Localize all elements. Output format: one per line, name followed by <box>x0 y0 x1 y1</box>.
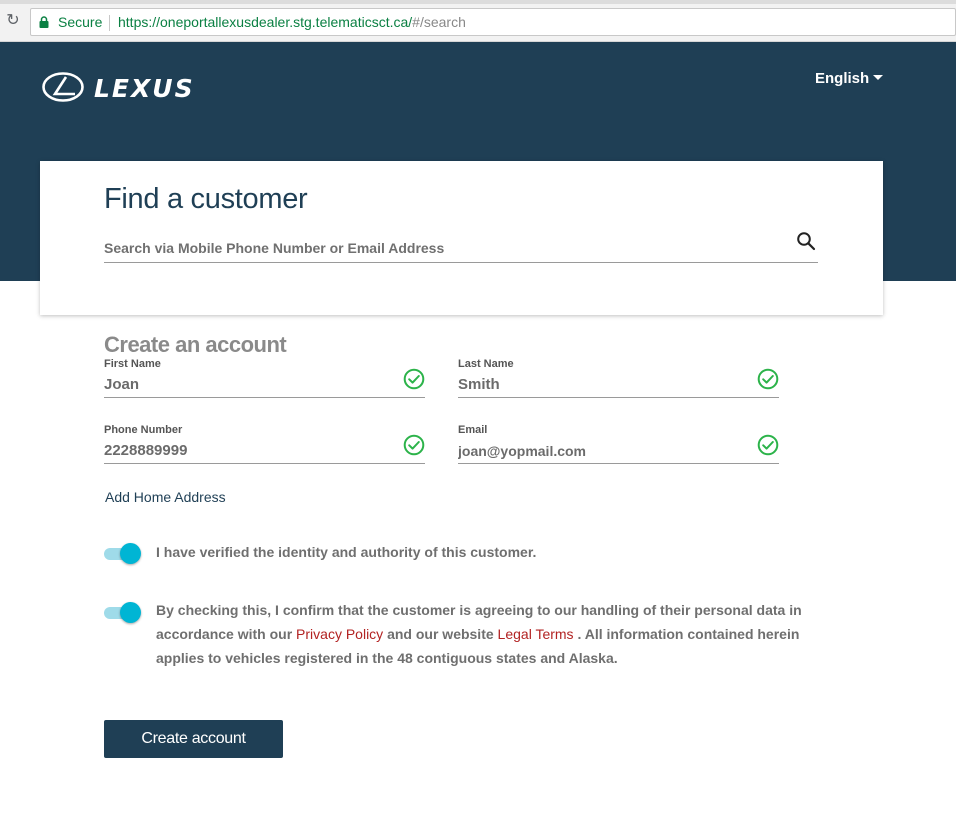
phone-number-input[interactable] <box>104 438 425 464</box>
caret-down-icon <box>873 75 884 80</box>
last-name-input[interactable] <box>458 372 779 398</box>
check-circle-icon <box>757 434 779 456</box>
check-circle-icon <box>757 368 779 390</box>
last-name-label: Last Name <box>458 358 514 370</box>
email-label: Email <box>458 424 488 436</box>
email-field: Email <box>458 424 779 472</box>
first-name-input[interactable] <box>104 372 425 398</box>
reload-icon[interactable]: ↻ <box>4 12 22 30</box>
create-account-button[interactable]: Create account <box>104 720 283 758</box>
find-customer-card: Find a customer <box>40 161 883 315</box>
url-path: #/search <box>412 14 466 30</box>
browser-tab-strip <box>0 0 956 4</box>
phone-number-label: Phone Number <box>104 424 183 436</box>
consent-text-middle: and our website <box>383 626 498 642</box>
find-customer-title: Find a customer <box>104 183 308 215</box>
logo-wordmark: LEXUS <box>94 74 195 103</box>
identity-verified-toggle[interactable] <box>104 543 141 565</box>
privacy-policy-link[interactable]: Privacy Policy <box>296 626 383 642</box>
security-label: Secure <box>58 14 103 30</box>
language-label: English <box>815 70 870 87</box>
lock-icon <box>39 16 49 28</box>
toggle-knob <box>120 602 141 623</box>
url-text[interactable]: https://oneportallexusdealer.stg.telemat… <box>118 14 466 30</box>
browser-toolbar: ↻ Secure https://oneportallexusdealer.st… <box>0 0 956 42</box>
url-host: https://oneportallexusdealer.stg.telemat… <box>118 14 413 30</box>
customer-search-input[interactable] <box>104 233 818 263</box>
toggle-knob <box>120 543 141 564</box>
last-name-field: Last Name <box>458 358 779 406</box>
data-consent-toggle[interactable] <box>104 602 141 624</box>
lexus-logo[interactable]: LEXUS <box>42 70 232 104</box>
search-icon[interactable] <box>796 231 816 251</box>
check-circle-icon <box>403 368 425 390</box>
first-name-field: First Name <box>104 358 425 406</box>
create-account-title: Create an account <box>104 332 287 357</box>
first-name-label: First Name <box>104 358 161 370</box>
add-home-address-link[interactable]: Add Home Address <box>105 489 226 505</box>
check-circle-icon <box>403 434 425 456</box>
phone-number-field: Phone Number <box>104 424 425 472</box>
data-consent-text: By checking this, I confirm that the cus… <box>156 598 816 670</box>
legal-terms-link[interactable]: Legal Terms <box>498 626 574 642</box>
address-bar-divider <box>109 15 110 31</box>
identity-verified-text: I have verified the identity and authori… <box>156 544 537 560</box>
language-selector[interactable]: English <box>815 70 884 87</box>
email-input[interactable] <box>458 438 779 464</box>
address-bar[interactable]: Secure https://oneportallexusdealer.stg.… <box>30 8 956 36</box>
